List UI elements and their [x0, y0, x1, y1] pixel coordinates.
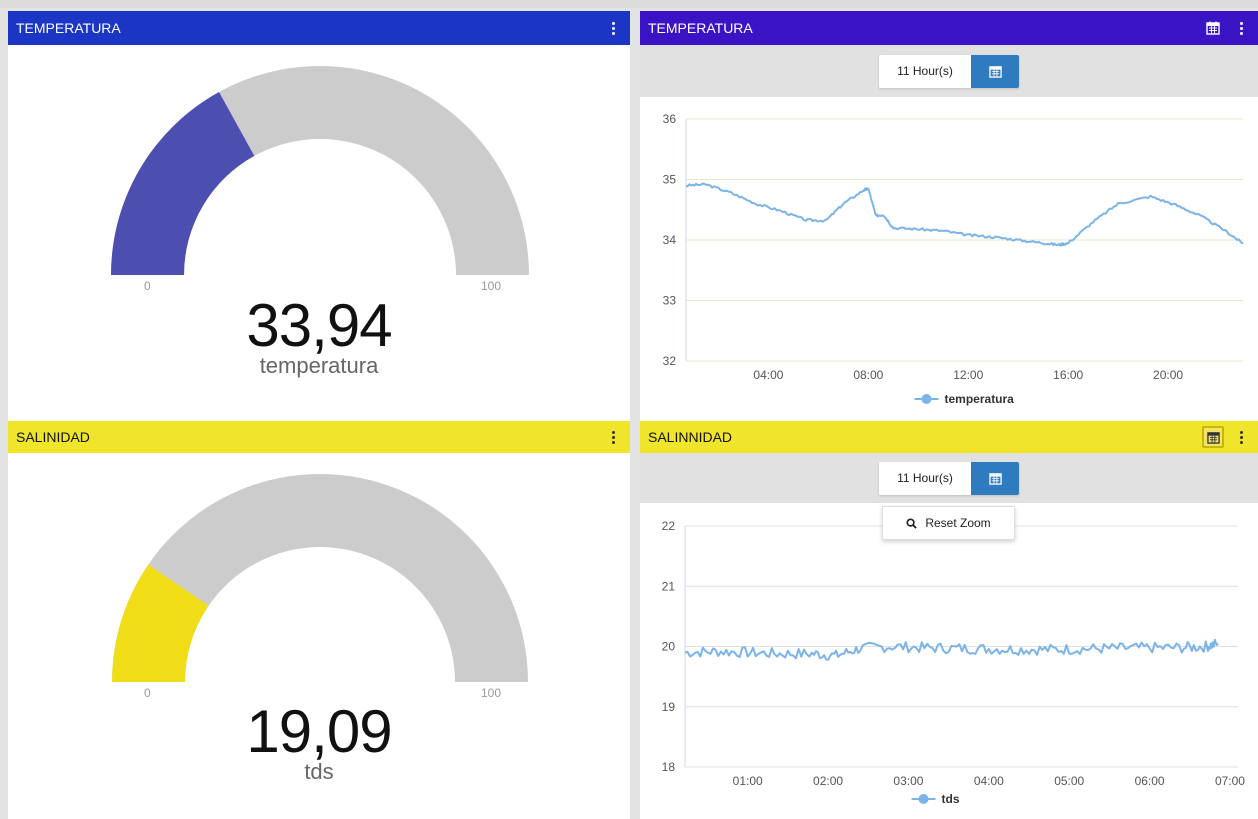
x-tick-label: 07:00 [1215, 774, 1245, 788]
series-line [685, 182, 1244, 247]
x-tick-label: 01:00 [733, 774, 763, 788]
salinity-chart-widget: SALINNIDAD 11 Hour(s) Reset Zoom 18 19 20 2… [640, 421, 1258, 819]
widget-title: TEMPERATURA [16, 20, 121, 36]
y-tick-label: 18 [662, 760, 676, 774]
period-selector[interactable]: 11 Hour(s) [879, 54, 1019, 88]
calendar-icon[interactable] [1202, 426, 1224, 448]
widget-header: TEMPERATURA [8, 11, 630, 45]
x-tick-label: 16:00 [1053, 368, 1083, 382]
widget-title: SALINNIDAD [648, 429, 733, 445]
temperature-chart-widget: TEMPERATURA 11 Hour(s) 32 33 34 35 36 04:00 08… [640, 11, 1258, 421]
gauge-value: 19,09 [246, 698, 392, 765]
top-strip [0, 0, 1258, 8]
chart-toolbar: 11 Hour(s) [640, 453, 1258, 503]
gauge-arc [112, 474, 528, 682]
x-tick-label: 04:00 [974, 774, 1004, 788]
y-tick-label: 33 [663, 294, 677, 308]
period-value[interactable]: 11 Hour(s) [879, 461, 971, 495]
x-tick-label: 05:00 [1054, 774, 1084, 788]
salinity-gauge-widget: SALINIDAD 0 100 19,09 tds [8, 421, 630, 819]
widget-title: TEMPERATURA [648, 20, 753, 36]
x-tick-label: 02:00 [813, 774, 843, 788]
kebab-menu-icon[interactable] [1230, 426, 1252, 448]
y-tick-label: 21 [662, 579, 676, 593]
widget-title: SALINIDAD [16, 429, 90, 445]
x-tick-label: 06:00 [1135, 774, 1165, 788]
x-tick-label: 03:00 [893, 774, 923, 788]
y-tick-label: 22 [662, 519, 676, 533]
y-tick-label: 36 [663, 112, 677, 126]
reset-zoom-label: Reset Zoom [925, 516, 991, 530]
y-tick-label: 32 [663, 354, 677, 368]
kebab-menu-icon[interactable] [602, 17, 624, 39]
y-tick-label: 19 [662, 700, 676, 714]
gauge-fill [111, 92, 255, 275]
kebab-menu-icon[interactable] [602, 426, 624, 448]
reset-zoom-button[interactable]: Reset Zoom [882, 506, 1015, 540]
legend-marker [921, 394, 932, 404]
widget-header: SALINNIDAD [640, 421, 1258, 453]
kebab-menu-icon[interactable] [1230, 17, 1252, 39]
x-tick-label: 08:00 [853, 368, 883, 382]
chart-toolbar: 11 Hour(s) [640, 45, 1258, 97]
calendar-icon[interactable] [1202, 17, 1224, 39]
widget-header: TEMPERATURA [640, 11, 1258, 45]
x-tick-label: 20:00 [1153, 368, 1183, 382]
calendar-icon[interactable] [971, 54, 1019, 88]
search-icon [906, 517, 918, 529]
legend-label: temperatura [945, 392, 1015, 406]
period-value[interactable]: 11 Hour(s) [879, 54, 971, 88]
gauge-value: 33,94 [246, 292, 392, 359]
gauge-label: temperatura [259, 353, 379, 378]
x-tick-label: 04:00 [753, 368, 783, 382]
salinity-line-chart[interactable]: 18 19 20 21 22 01:00 02:00 03:00 04:00 05:00 06:00… [640, 503, 1258, 819]
period-selector[interactable]: 11 Hour(s) [879, 461, 1019, 495]
x-tick-label: 12:00 [953, 368, 983, 382]
temperature-line-chart[interactable]: 32 33 34 35 36 04:00 08:00 12:00 16:00 20:00 tempe… [640, 97, 1258, 421]
temperature-gauge-widget: TEMPERATURA 0 100 33,94 temperatura [8, 11, 630, 421]
widget-header: SALINIDAD [8, 421, 630, 453]
legend-label: tds [942, 792, 960, 806]
y-tick-label: 35 [663, 173, 677, 187]
gauge-label: tds [304, 759, 334, 784]
gauge-arc [111, 66, 529, 275]
legend-marker [918, 794, 929, 804]
y-tick-label: 34 [663, 233, 677, 247]
calendar-icon[interactable] [971, 461, 1019, 495]
series-line [684, 638, 1219, 661]
y-tick-label: 20 [662, 640, 676, 654]
